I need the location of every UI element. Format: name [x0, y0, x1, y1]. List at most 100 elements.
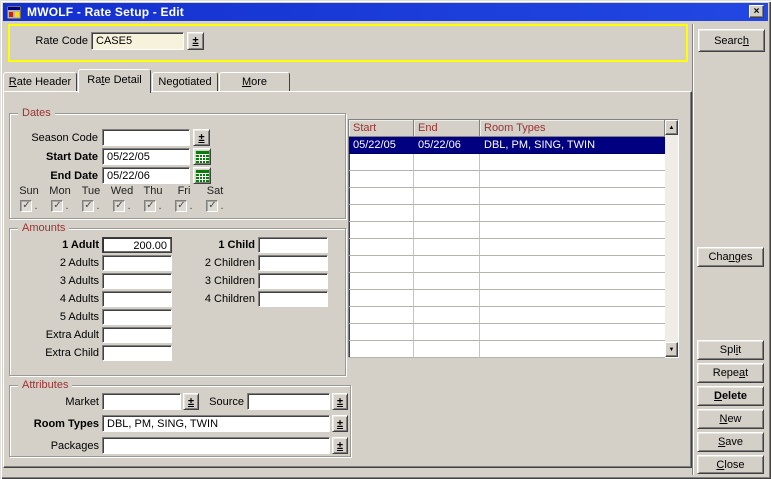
- amount-label-3-adults: 3 Adults: [10, 275, 99, 287]
- scroll-down-icon: ▼: [669, 347, 675, 353]
- title-bar[interactable]: MWOLF - Rate Setup - Edit ×: [3, 3, 768, 21]
- day-wed-checkbox[interactable]: ✓: [113, 200, 125, 212]
- grid-empty-row[interactable]: [349, 273, 665, 290]
- grid-empty-cell: [414, 341, 480, 358]
- grid-empty-cell: [414, 256, 480, 273]
- grid-row-selected[interactable]: 05/22/05 05/22/06 DBL, PM, SING, TWIN: [349, 137, 665, 154]
- check-icon: ✓: [208, 201, 216, 211]
- scroll-down-button[interactable]: ▼: [665, 342, 678, 357]
- tab-rate-detail[interactable]: Rate Detail: [78, 69, 151, 93]
- window-close-button[interactable]: ×: [749, 5, 764, 18]
- grid-empty-row[interactable]: [349, 188, 665, 205]
- rate-code-panel: Rate Code CASE5 ±: [8, 24, 688, 62]
- grid-empty-cell: [414, 171, 480, 188]
- rate-setup-window: MWOLF - Rate Setup - Edit × Rate Code CA…: [0, 0, 771, 479]
- grid-empty-cell: [480, 239, 665, 256]
- day-label-wed: Wed: [107, 185, 137, 197]
- lov-icon: ±: [192, 35, 198, 47]
- source-field[interactable]: [247, 393, 330, 410]
- rate-code-label: Rate Code: [20, 35, 88, 47]
- grid-empty-cell: [414, 290, 480, 307]
- window-title: MWOLF - Rate Setup - Edit: [27, 5, 184, 19]
- end-date-calendar-button[interactable]: [193, 167, 211, 184]
- repeat-button[interactable]: Repeat: [697, 363, 764, 383]
- rate-code-lov-button[interactable]: ±: [187, 32, 204, 50]
- grid-empty-row[interactable]: [349, 239, 665, 256]
- grid-empty-row[interactable]: [349, 341, 665, 358]
- amount-label-extra-adult: Extra Adult: [10, 329, 99, 341]
- grid-empty-row[interactable]: [349, 205, 665, 222]
- repeat-button-label: Repeat: [713, 367, 748, 379]
- day-sat-checkbox[interactable]: ✓: [206, 200, 218, 212]
- grid-empty-row[interactable]: [349, 290, 665, 307]
- split-button[interactable]: Split: [697, 340, 764, 360]
- grid-empty-cell: [480, 341, 665, 358]
- day-mon-checkbox[interactable]: ✓: [51, 200, 63, 212]
- tab-more[interactable]: More: [219, 72, 290, 91]
- grid-empty-cell: [349, 324, 414, 341]
- save-button[interactable]: Save: [697, 432, 764, 452]
- grid-empty-cell: [349, 171, 414, 188]
- close-button[interactable]: Close: [697, 455, 764, 474]
- tab-negotiated-label: Negotiated: [158, 76, 211, 88]
- amount-field-extra-adult[interactable]: [102, 327, 172, 343]
- grid-empty-row[interactable]: [349, 307, 665, 324]
- day-fri-checkbox[interactable]: ✓: [175, 200, 187, 212]
- search-button[interactable]: Search: [698, 29, 765, 52]
- grid-empty-cell: [414, 154, 480, 171]
- rate-code-field[interactable]: CASE5: [91, 32, 184, 50]
- end-date-field[interactable]: 05/22/06: [102, 167, 190, 184]
- grid-scrollbar[interactable]: ▲ ▼: [665, 120, 678, 357]
- market-lov-button[interactable]: ±: [183, 393, 199, 410]
- day-wed: Wed ✓.: [107, 185, 137, 212]
- calendar-icon: [196, 151, 209, 163]
- panel-divider: [692, 24, 694, 475]
- day-dot: .: [220, 200, 223, 212]
- season-code-field[interactable]: [102, 129, 190, 146]
- market-field[interactable]: [102, 393, 181, 410]
- amount-field-1-child[interactable]: [258, 237, 328, 253]
- day-sun-checkbox[interactable]: ✓: [20, 200, 32, 212]
- amount-field-5-adults[interactable]: [102, 309, 172, 325]
- packages-field[interactable]: [102, 437, 330, 454]
- amount-field-extra-child[interactable]: [102, 345, 172, 361]
- room-types-lov-button[interactable]: ±: [332, 415, 348, 432]
- amount-label-2-adults: 2 Adults: [10, 257, 99, 269]
- amount-field-4-children[interactable]: [258, 291, 328, 307]
- day-sat: Sat ✓.: [200, 185, 230, 212]
- grid-empty-row[interactable]: [349, 324, 665, 341]
- scrollbar-track[interactable]: [665, 135, 678, 342]
- amount-label-5-adults: 5 Adults: [10, 311, 99, 323]
- room-types-label: Room Types: [10, 418, 99, 430]
- start-date-field[interactable]: 05/22/05: [102, 148, 190, 165]
- grid-col-start: Start: [349, 120, 414, 137]
- close-icon: ×: [754, 6, 760, 17]
- tab-rate-header[interactable]: Rate Header: [3, 72, 77, 91]
- day-dot: .: [65, 200, 68, 212]
- grid-empty-row[interactable]: [349, 222, 665, 239]
- check-icon: ✓: [84, 201, 92, 211]
- new-button[interactable]: New: [697, 409, 764, 429]
- grid-empty-cell: [414, 222, 480, 239]
- packages-lov-button[interactable]: ±: [332, 437, 348, 454]
- scroll-up-button[interactable]: ▲: [665, 120, 678, 135]
- grid-empty-row[interactable]: [349, 154, 665, 171]
- amount-field-2-children[interactable]: [258, 255, 328, 271]
- grid-body: Start End Room Types 05/22/05 05/22/06 D…: [349, 120, 665, 357]
- changes-button[interactable]: Changes: [697, 247, 764, 267]
- grid-empty-row[interactable]: [349, 256, 665, 273]
- day-thu-checkbox[interactable]: ✓: [144, 200, 156, 212]
- grid-empty-row[interactable]: [349, 171, 665, 188]
- season-code-lov-button[interactable]: ±: [193, 129, 210, 146]
- tab-negotiated[interactable]: Negotiated: [152, 72, 218, 91]
- amount-label-2-children: 2 Children: [150, 257, 255, 269]
- source-lov-button[interactable]: ±: [332, 393, 348, 410]
- end-date-label: End Date: [10, 170, 98, 182]
- check-icon: ✓: [177, 201, 185, 211]
- delete-button[interactable]: Delete: [697, 386, 764, 406]
- start-date-calendar-button[interactable]: [193, 148, 211, 165]
- packages-label: Packages: [10, 440, 99, 452]
- amount-field-3-children[interactable]: [258, 273, 328, 289]
- day-tue-checkbox[interactable]: ✓: [82, 200, 94, 212]
- room-types-field[interactable]: DBL, PM, SING, TWIN: [102, 415, 330, 432]
